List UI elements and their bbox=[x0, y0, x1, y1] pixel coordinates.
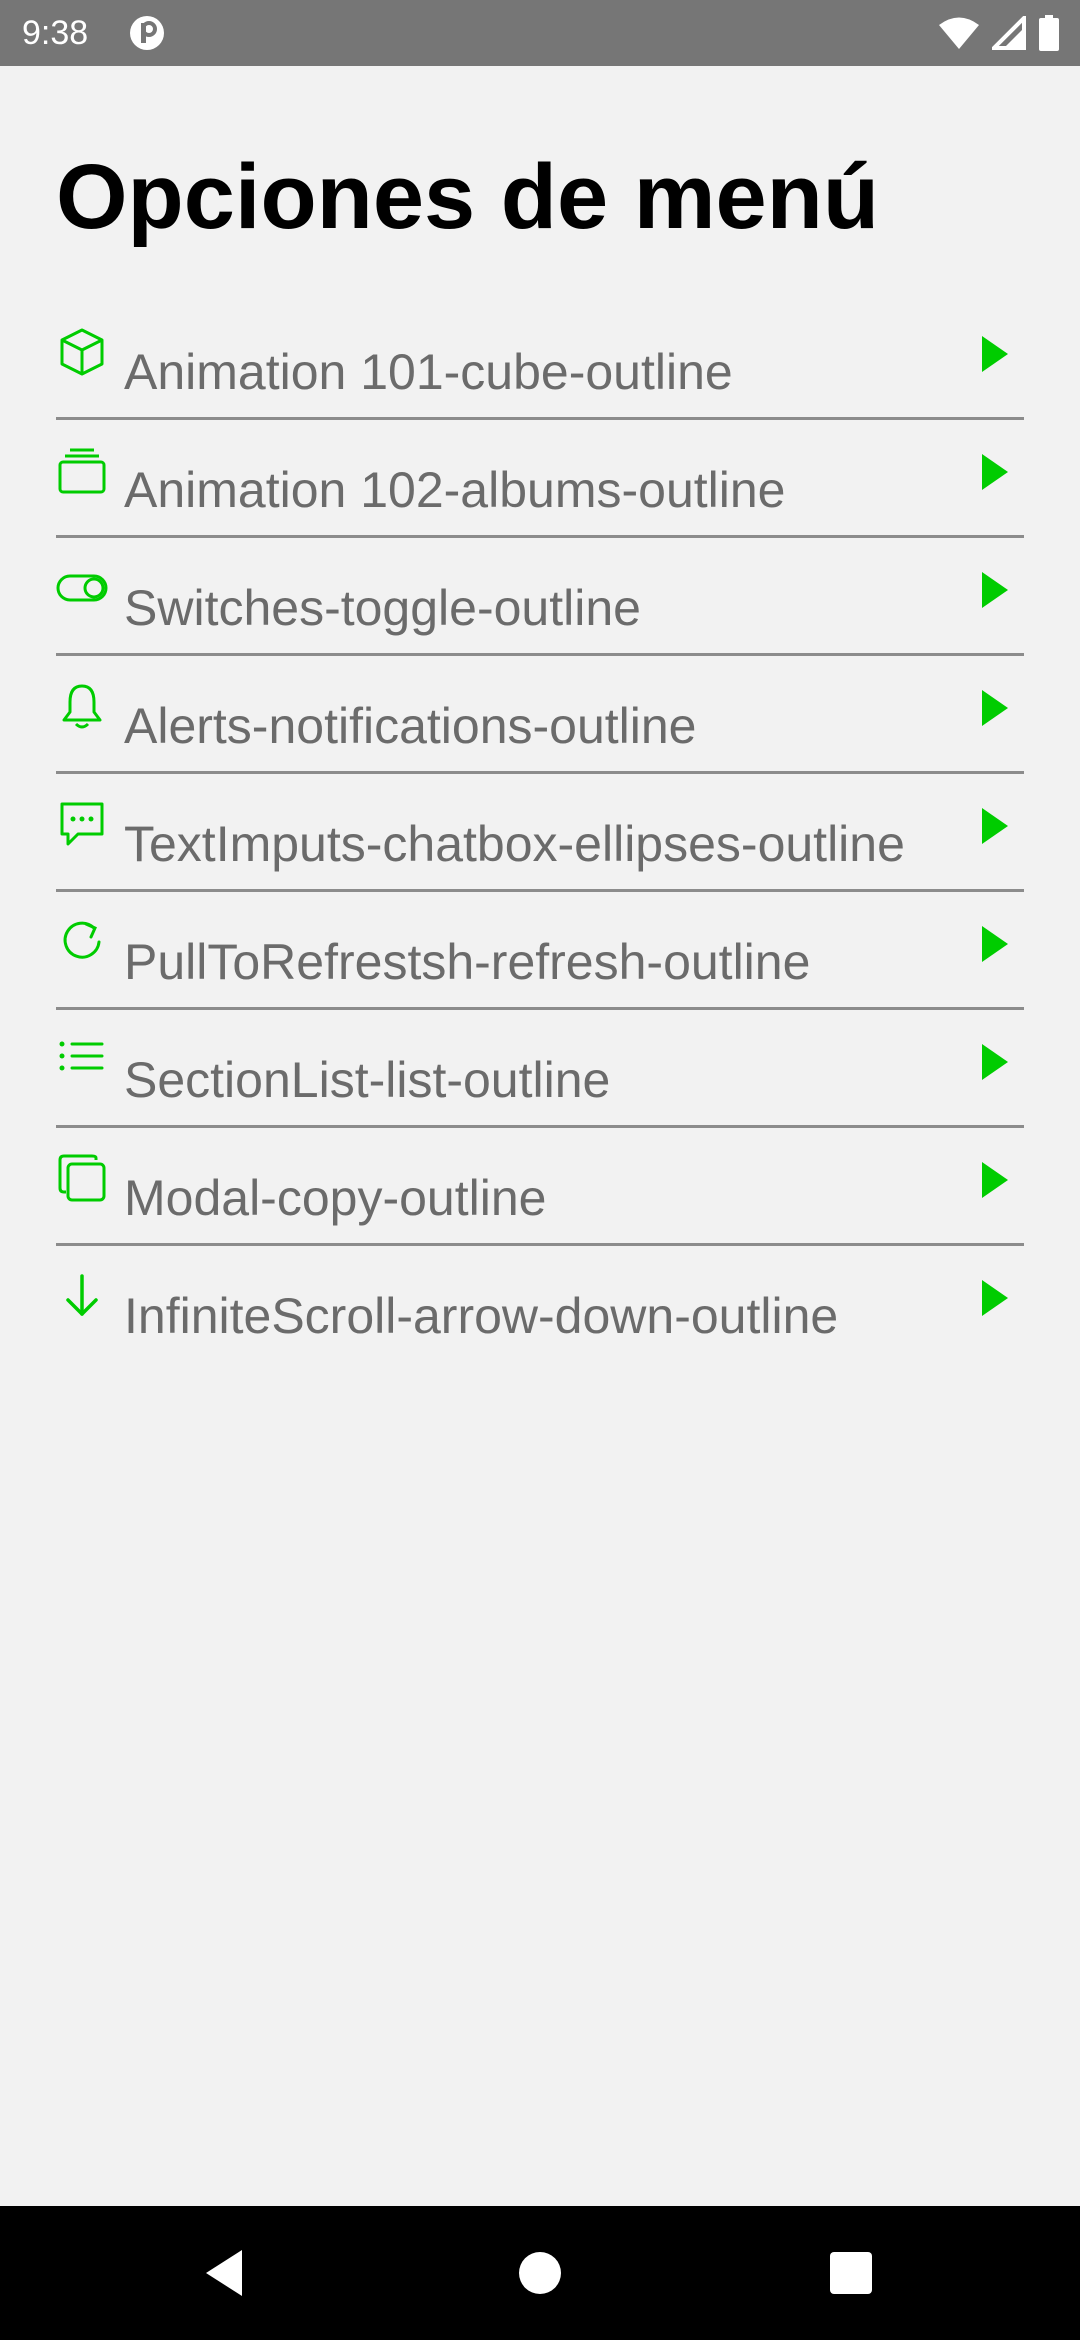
caret-right-icon bbox=[982, 1044, 1008, 1080]
caret-right-icon bbox=[982, 808, 1008, 844]
menu-item-label: SectionList-list-outline bbox=[124, 1052, 611, 1108]
albums-outline-icon bbox=[58, 448, 106, 494]
status-bar: 9:38 bbox=[0, 0, 1080, 66]
menu-item-infinitescroll[interactable]: InfiniteScroll-arrow-down-outline bbox=[56, 1246, 1024, 1364]
app-notification-icon bbox=[130, 16, 164, 50]
menu-item-label: Alerts-notifications-outline bbox=[124, 698, 697, 754]
status-icons bbox=[938, 14, 1060, 52]
caret-right-icon bbox=[982, 926, 1008, 962]
refresh-outline-icon bbox=[63, 921, 101, 959]
menu-item-label: InfiniteScroll-arrow-down-outline bbox=[124, 1288, 839, 1344]
menu-list: Animation 101-cube-outline Animation 102… bbox=[56, 302, 1024, 1364]
cell-signal-icon bbox=[992, 16, 1026, 50]
menu-item-label: Animation 102-albums-outline bbox=[124, 462, 786, 518]
chatbox-ellipses-outline-icon bbox=[60, 802, 104, 846]
menu-item-textinputs[interactable]: TextImputs-chatbox-ellipses-outline bbox=[56, 774, 1024, 892]
menu-item-label: Modal-copy-outline bbox=[124, 1170, 547, 1226]
home-icon[interactable] bbox=[513, 2246, 567, 2300]
menu-item-alerts[interactable]: Alerts-notifications-outline bbox=[56, 656, 1024, 774]
copy-outline-icon bbox=[58, 1154, 106, 1202]
navigation-bar bbox=[0, 2206, 1080, 2340]
recents-icon[interactable] bbox=[824, 2246, 878, 2300]
toggle-outline-icon bbox=[56, 574, 108, 602]
battery-icon bbox=[1039, 15, 1059, 51]
menu-item-label: Animation 101-cube-outline bbox=[124, 344, 733, 400]
menu-item-switches[interactable]: Switches-toggle-outline bbox=[56, 538, 1024, 656]
menu-item-modal[interactable]: Modal-copy-outline bbox=[56, 1128, 1024, 1246]
cube-outline-icon bbox=[60, 328, 104, 376]
caret-right-icon bbox=[982, 1280, 1008, 1316]
menu-item-label: Switches-toggle-outline bbox=[124, 580, 641, 636]
menu-item-animation-102[interactable]: Animation 102-albums-outline bbox=[56, 420, 1024, 538]
list-outline-icon bbox=[59, 1041, 104, 1071]
menu-item-sectionlist[interactable]: SectionList-list-outline bbox=[56, 1010, 1024, 1128]
caret-right-icon bbox=[982, 1162, 1008, 1198]
wifi-icon bbox=[939, 17, 979, 49]
page-title: Opciones de menú bbox=[56, 146, 880, 248]
caret-right-icon bbox=[982, 336, 1008, 372]
menu-item-label: PullToRefrestsh-refresh-outline bbox=[124, 934, 811, 990]
caret-right-icon bbox=[982, 572, 1008, 608]
notifications-outline-icon bbox=[62, 684, 102, 729]
arrow-down-outline-icon bbox=[66, 1274, 98, 1316]
caret-right-icon bbox=[982, 690, 1008, 726]
main-content: Opciones de menú Animation 101-cube-outl… bbox=[0, 66, 1080, 2206]
menu-item-pulltorefresh[interactable]: PullToRefrestsh-refresh-outline bbox=[56, 892, 1024, 1010]
caret-right-icon bbox=[982, 454, 1008, 490]
back-icon[interactable] bbox=[200, 2246, 254, 2300]
menu-item-label: TextImputs-chatbox-ellipses-outline bbox=[124, 816, 905, 872]
status-time: 9:38 bbox=[22, 14, 89, 52]
menu-item-animation-101[interactable]: Animation 101-cube-outline bbox=[56, 302, 1024, 420]
